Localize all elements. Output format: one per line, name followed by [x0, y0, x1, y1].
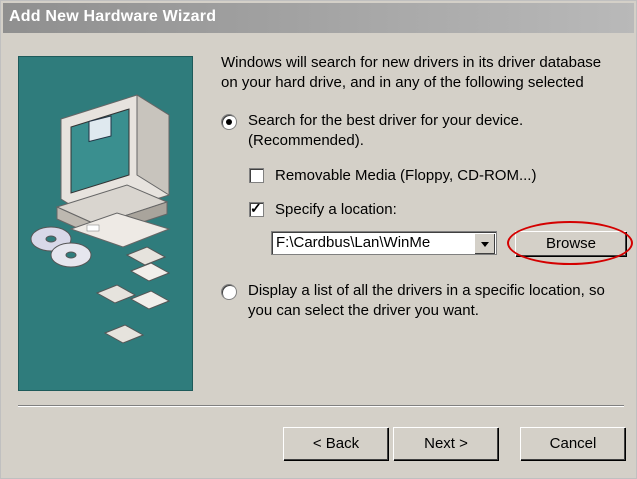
next-button[interactable]: Next >: [393, 427, 498, 460]
checkbox-specify-location[interactable]: ✓ Specify a location:: [249, 200, 397, 218]
specify-location-label: Specify a location:: [275, 201, 397, 218]
radio-search-best-label: Search for the best driver for your devi…: [248, 112, 524, 149]
floppy-disk-icon: [95, 246, 171, 344]
cancel-button[interactable]: Cancel: [520, 427, 625, 460]
separator: [18, 405, 624, 407]
checkbox-unchecked[interactable]: [249, 168, 264, 183]
location-combobox[interactable]: F:\Cardbus\Lan\WinMe: [271, 231, 497, 255]
title-bar[interactable]: Add New Hardware Wizard: [3, 3, 634, 33]
location-value: F:\Cardbus\Lan\WinMe: [276, 234, 431, 251]
back-button[interactable]: < Back: [283, 427, 388, 460]
browse-button[interactable]: Browse: [515, 231, 626, 256]
radio-display-list-label: Display a list of all the drivers in a s…: [248, 282, 605, 319]
wizard-window: Add New Hardware Wizard Windows will sea…: [0, 0, 637, 479]
chevron-down-icon[interactable]: [474, 233, 495, 254]
illustration-svg: [30, 94, 171, 344]
removable-media-label: Removable Media (Floppy, CD-ROM...): [275, 167, 537, 184]
browse-area: Browse: [507, 221, 633, 265]
checkmark-icon: ✓: [250, 200, 262, 216]
radio-display-list[interactable]: Display a list of all the drivers in a s…: [221, 281, 621, 321]
radio-button-checked[interactable]: [221, 114, 237, 130]
computer-icon: [55, 94, 171, 248]
checkbox-checked[interactable]: ✓: [249, 200, 264, 217]
window-title: Add New Hardware Wizard: [9, 8, 217, 25]
wizard-illustration: [18, 56, 193, 391]
radio-search-best[interactable]: Search for the best driver for your devi…: [221, 111, 621, 151]
intro-text: Windows will search for new drivers in i…: [221, 54, 602, 91]
checkbox-removable-media[interactable]: Removable Media (Floppy, CD-ROM...): [249, 167, 536, 184]
radio-button-unchecked[interactable]: [221, 284, 237, 300]
